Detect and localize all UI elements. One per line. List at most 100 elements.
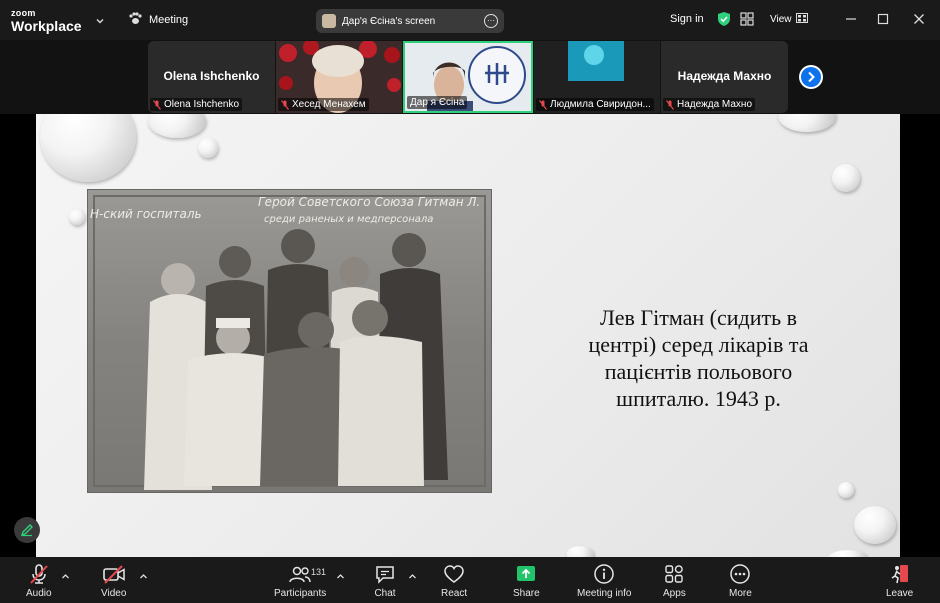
people-icon [288, 563, 312, 585]
video-label: Video [101, 588, 127, 599]
photo-handwriting-top: Герой Советского Союза Гитман Л. [258, 195, 480, 209]
share-label: Дар'я Єсіна's screen [342, 15, 436, 27]
share-label: Share [513, 588, 540, 599]
video-off-icon [102, 563, 126, 585]
water-drop-decoration [148, 114, 206, 138]
apps-label: Apps [663, 588, 686, 599]
participant-label-text: Хесед Менахем [292, 99, 366, 110]
chevron-up-icon[interactable] [61, 568, 70, 586]
paw-icon [128, 12, 142, 28]
minimize-icon[interactable] [845, 12, 857, 30]
video-button[interactable]: Video [101, 563, 126, 599]
gallery-next-button[interactable] [799, 65, 823, 89]
audio-label: Audio [26, 588, 52, 599]
water-drop-decoration [198, 138, 218, 158]
chat-bubble-icon [374, 563, 396, 585]
participant-label-text: Надежда Махно [677, 99, 753, 110]
water-drop-decoration [566, 546, 594, 557]
participant-name: Olena Ishchenko [163, 69, 260, 83]
leave-door-icon [889, 563, 911, 585]
zoom-workplace-logo: zoom Workplace [11, 8, 82, 34]
photo-handwriting-left: Н-ский госпиталь [90, 207, 202, 221]
participant-label: Olena Ishchenko [150, 98, 243, 111]
presentation-slide: Н-ский госпиталь Герой Советского Союза … [36, 114, 900, 557]
apps-button[interactable]: Apps [663, 563, 686, 599]
react-label: React [441, 588, 468, 599]
meeting-menu[interactable]: Meeting [128, 12, 188, 28]
mic-muted-icon [281, 99, 289, 110]
water-drop-decoration [40, 114, 136, 182]
shield-check-icon[interactable] [717, 11, 731, 32]
meeting-info-button[interactable]: Meeting info [577, 563, 631, 599]
historical-photo: Н-ский госпиталь Герой Советского Союза … [87, 189, 492, 493]
view-menu-button[interactable]: View [770, 13, 808, 26]
participant-label-text: Olena Ishchenko [164, 99, 240, 110]
screen-share-indicator[interactable]: Дар'я Єсіна's screen ··· [316, 9, 504, 33]
maximize-icon[interactable] [877, 12, 889, 30]
water-drop-decoration [838, 482, 854, 498]
participant-label: Дар я Єсіна [407, 96, 468, 109]
chevron-up-icon[interactable] [336, 568, 345, 586]
participant-tile[interactable]: Надежда Махно Надежда Махно [661, 41, 788, 113]
react-button[interactable]: React [441, 563, 467, 599]
view-label: View [770, 14, 792, 25]
participant-label: Людмила Свиридон... [536, 98, 654, 111]
heart-icon [443, 563, 465, 585]
participants-count: 131 [311, 567, 327, 577]
info-icon [593, 563, 615, 585]
chevron-up-icon[interactable] [139, 568, 148, 586]
sign-in-link[interactable]: Sign in [670, 13, 704, 25]
water-drop-decoration [828, 550, 868, 557]
mic-muted-icon [666, 99, 674, 110]
chevron-down-icon[interactable] [95, 13, 105, 31]
more-label: More [729, 588, 752, 599]
sharer-avatar [322, 14, 336, 28]
water-drop-decoration [854, 506, 896, 544]
chat-button[interactable]: Chat [374, 563, 396, 599]
chevron-right-icon [801, 67, 821, 87]
leave-label: Leave [886, 588, 914, 599]
chevron-up-icon[interactable] [408, 568, 417, 586]
participant-tile[interactable]: Olena Ishchenko Olena Ishchenko [148, 41, 275, 113]
brand-zoom: zoom [11, 8, 36, 18]
close-icon[interactable] [913, 12, 925, 30]
apps-grid-icon[interactable] [740, 12, 754, 31]
meeting-toolbar: Audio Video Participants 131 Chat React … [0, 557, 940, 603]
water-drop-decoration [832, 164, 860, 192]
participant-label: Надежда Махно [663, 98, 756, 111]
annotate-button[interactable] [14, 517, 40, 543]
brand-workplace: Workplace [11, 18, 82, 34]
share-screen-icon [515, 563, 537, 585]
group-photo-image: Н-ский госпиталь Герой Советского Союза … [88, 190, 491, 492]
mic-muted-icon [28, 563, 50, 585]
top-bar: zoom Workplace Meeting Дар'я Єсіна's scr… [0, 0, 940, 40]
meeting-label: Meeting [149, 14, 189, 26]
shared-screen-area: Н-ский госпиталь Герой Советского Союза … [0, 114, 940, 557]
audio-button[interactable]: Audio [26, 563, 52, 599]
apps-icon [663, 563, 685, 585]
participant-gallery: Olena Ishchenko Olena Ishchenko Хесед Ме… [0, 40, 940, 114]
participant-tile[interactable]: Людмила Свиридон... [534, 41, 660, 113]
participant-tile[interactable]: Хесед Менахем [276, 41, 402, 113]
participant-tile-active-speaker[interactable]: Дар я Єсіна [403, 41, 533, 113]
view-layout-icon [795, 13, 808, 26]
more-dots-icon [729, 563, 751, 585]
participant-label-text: Дар я Єсіна [410, 97, 465, 108]
mic-muted-icon [153, 99, 161, 110]
participant-name: Надежда Махно [677, 69, 772, 83]
water-drop-decoration [778, 114, 836, 132]
mic-muted-icon [539, 99, 547, 110]
pencil-icon [20, 524, 33, 537]
chat-label: Chat [374, 588, 396, 599]
participant-label-text: Людмила Свиридон... [550, 99, 651, 110]
participant-label: Хесед Менахем [278, 98, 369, 111]
more-button[interactable]: More [729, 563, 752, 599]
more-options-icon[interactable]: ··· [484, 14, 498, 28]
meeting-info-label: Meeting info [577, 588, 632, 599]
participants-label: Participants [274, 588, 327, 599]
share-button[interactable]: Share [513, 563, 540, 599]
slide-caption: Лев Гітман (сидить в центрі) серед лікар… [588, 305, 809, 411]
leave-button[interactable]: Leave [886, 563, 913, 599]
photo-handwriting-sub: среди раненых и медперсонала [264, 214, 433, 225]
water-drop-decoration [69, 209, 85, 225]
